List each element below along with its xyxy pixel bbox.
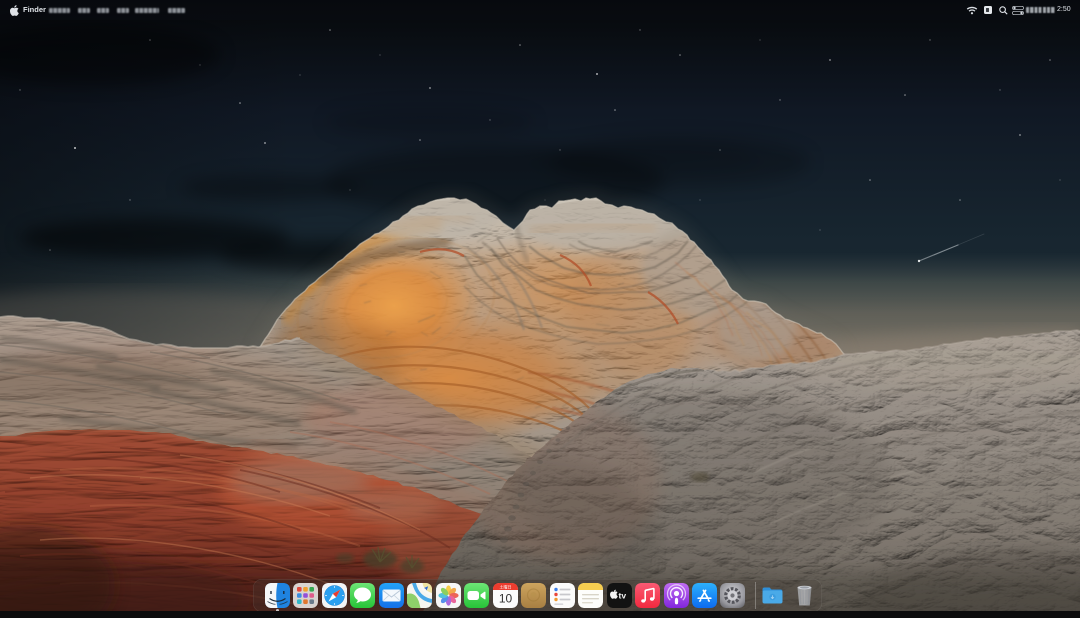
svg-text:tv: tv	[618, 591, 626, 601]
svg-text:10: 10	[498, 592, 512, 606]
svg-text:土曜日: 土曜日	[499, 583, 511, 589]
